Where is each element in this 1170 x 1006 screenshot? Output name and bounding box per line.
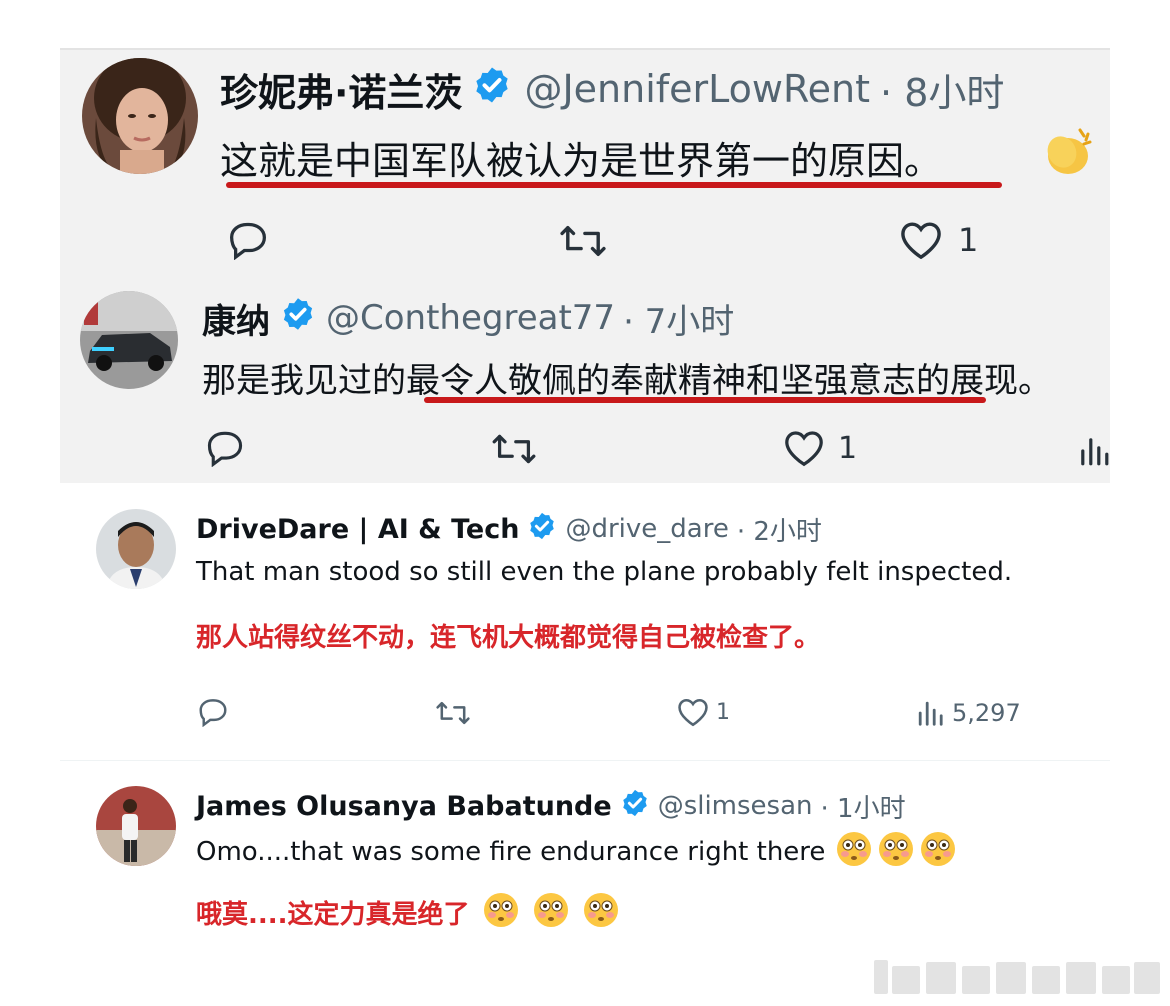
verified-badge-icon xyxy=(280,296,316,341)
flushed-face-icon xyxy=(877,830,915,875)
translation-text: 那人站得纹丝不动，连飞机大概都觉得自己被检查了。 xyxy=(196,623,821,653)
tweet-header: 珍妮弗·诺兰茨 @JenniferLowRent · 8小时 xyxy=(220,62,1004,117)
translation-row: 哦莫....这定力真是绝了 xyxy=(196,890,620,934)
reply-button[interactable] xyxy=(226,220,270,260)
views-button[interactable]: 5,297 xyxy=(916,699,1021,727)
display-name[interactable]: 康纳 xyxy=(202,294,270,343)
retweet-icon xyxy=(560,225,606,257)
tweet-text: 这就是中国军队被认为是世界第一的原因。 xyxy=(220,139,943,183)
retweet-button[interactable] xyxy=(558,222,608,260)
user-handle[interactable]: @JenniferLowRent xyxy=(524,67,870,111)
clapping-hands-icon xyxy=(1040,126,1096,182)
divider xyxy=(60,760,1110,761)
like-count: 1 xyxy=(838,430,858,466)
avatar[interactable] xyxy=(82,58,198,174)
bar-chart-icon xyxy=(918,701,943,726)
reply-button[interactable] xyxy=(204,429,246,467)
avatar-person-image xyxy=(96,786,176,866)
avatar[interactable] xyxy=(96,509,176,589)
timestamp[interactable]: · 8小时 xyxy=(880,62,1004,117)
like-button[interactable]: 1 xyxy=(676,697,730,727)
reply-icon xyxy=(199,699,227,727)
tweet-header: DriveDare | AI & Tech @drive_dare · 2小时 xyxy=(196,509,822,549)
retweet-icon xyxy=(492,434,536,464)
flushed-face-icon xyxy=(582,891,620,933)
tweet-card-jennifer[interactable]: 珍妮弗·诺兰茨 @JenniferLowRent · 8小时 这就是中国军队被认… xyxy=(60,48,1110,265)
user-handle[interactable]: @slimsesan xyxy=(658,791,813,821)
reply-icon xyxy=(229,222,267,260)
avatar-man-image xyxy=(96,509,176,589)
bar-chart-icon xyxy=(1081,438,1109,466)
tweet-text: Omo....that was some fire endurance righ… xyxy=(196,837,826,867)
red-underline xyxy=(226,182,1002,188)
heart-icon xyxy=(678,698,708,727)
retweet-button[interactable] xyxy=(434,699,472,727)
tweet-text: That man stood so still even the plane p… xyxy=(196,557,1013,587)
view-count: 5,297 xyxy=(952,699,1021,727)
tweet-header: James Olusanya Babatunde @slimsesan · 1小… xyxy=(196,786,906,826)
flushed-face-icon xyxy=(532,891,570,933)
display-name[interactable]: James Olusanya Babatunde xyxy=(196,791,612,822)
tweet-card-james[interactable]: James Olusanya Babatunde @slimsesan · 1小… xyxy=(60,762,1110,962)
tweet-text: 那是我见过的最令人敬佩的奉献精神和坚强意志的展现。 xyxy=(202,361,1052,401)
like-count: 1 xyxy=(958,221,979,259)
heart-icon xyxy=(785,431,823,467)
avatar[interactable] xyxy=(96,786,176,866)
display-name[interactable]: DriveDare | AI & Tech xyxy=(196,514,519,545)
reply-icon xyxy=(207,431,243,467)
timestamp[interactable]: · 7小时 xyxy=(623,294,734,343)
user-handle[interactable]: @drive_dare xyxy=(565,514,728,544)
timestamp[interactable]: · 1小时 xyxy=(821,788,906,825)
avatar[interactable] xyxy=(80,291,178,389)
like-count: 1 xyxy=(716,699,730,725)
avatar-woman-image xyxy=(82,58,198,174)
flushed-face-icon xyxy=(835,830,873,875)
verified-badge-icon xyxy=(527,511,557,548)
flushed-face-icon xyxy=(919,830,957,875)
tweet-card-conna[interactable]: 康纳 @Conthegreat77 · 7小时 那是我见过的最令人敬佩的奉献精神… xyxy=(60,265,1110,483)
tweet-text-row: Omo....that was some fire endurance righ… xyxy=(196,830,957,875)
translation-text: 哦莫....这定力真是绝了 xyxy=(196,899,470,930)
display-name[interactable]: 珍妮弗·诺兰茨 xyxy=(220,62,462,117)
verified-badge-icon xyxy=(620,788,650,825)
tweet-header: 康纳 @Conthegreat77 · 7小时 xyxy=(202,294,734,343)
heart-icon xyxy=(901,222,941,260)
like-button[interactable]: 1 xyxy=(898,220,978,260)
user-handle[interactable]: @Conthegreat77 xyxy=(326,298,615,338)
like-button[interactable]: 1 xyxy=(782,429,857,467)
reply-button[interactable] xyxy=(196,697,230,727)
avatar-car-image xyxy=(80,291,178,389)
red-underline xyxy=(424,397,986,403)
retweet-icon xyxy=(436,701,470,725)
timestamp[interactable]: · 2小时 xyxy=(737,511,822,548)
watermark-logo xyxy=(868,956,1164,1002)
retweet-button[interactable] xyxy=(490,431,538,467)
verified-badge-icon xyxy=(472,65,512,114)
views-button[interactable] xyxy=(1078,435,1110,467)
tweet-card-drivedare[interactable]: DriveDare | AI & Tech @drive_dare · 2小时 … xyxy=(60,485,1110,755)
flushed-face-icon xyxy=(482,891,520,933)
